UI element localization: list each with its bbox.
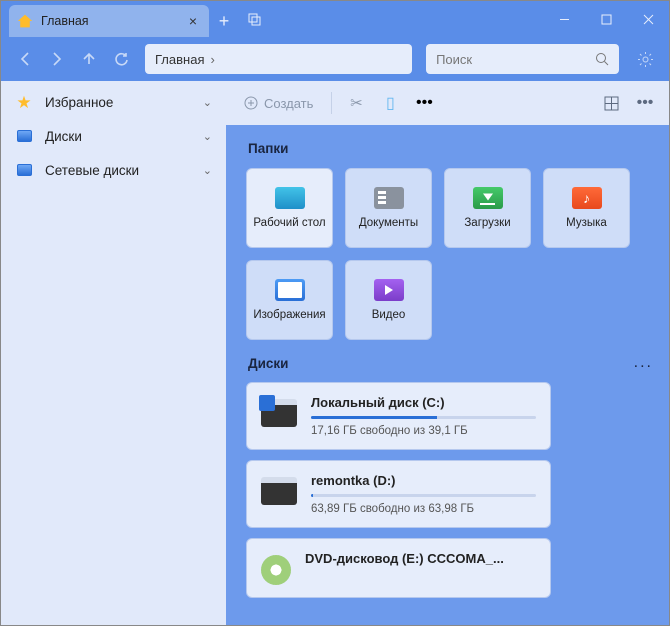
options-button[interactable]: ••• bbox=[631, 89, 659, 117]
disks-more-button[interactable]: ... bbox=[634, 354, 653, 372]
toolbar-more-button[interactable]: ••• bbox=[410, 89, 438, 117]
sidebar-item-disks[interactable]: Диски ⌄ bbox=[1, 119, 226, 153]
content: Создать ✂ ▯ ••• ••• Папки Рабочий стол Д… bbox=[226, 81, 669, 625]
search-input[interactable]: Поиск bbox=[426, 44, 619, 74]
tab-overflow-button[interactable] bbox=[239, 5, 269, 37]
titlebar: Главная × + bbox=[1, 1, 669, 37]
disk-dvd[interactable]: DVD-дисковод (E:) CCCOMA_... bbox=[246, 538, 551, 598]
phone-button[interactable]: ▯ bbox=[376, 89, 404, 117]
disk-progress bbox=[311, 494, 536, 497]
breadcrumb[interactable]: Главная › bbox=[145, 44, 412, 74]
folder-downloads[interactable]: Загрузки bbox=[444, 168, 531, 248]
home-icon bbox=[17, 13, 33, 29]
toolbar: Создать ✂ ▯ ••• ••• bbox=[226, 81, 669, 125]
folder-music[interactable]: Музыка bbox=[543, 168, 630, 248]
sidebar-item-label: Сетевые диски bbox=[45, 163, 203, 178]
local-disk-icon bbox=[261, 399, 297, 427]
videos-folder-icon bbox=[374, 279, 404, 301]
search-icon bbox=[595, 52, 609, 66]
pictures-folder-icon bbox=[275, 279, 305, 301]
music-folder-icon bbox=[572, 187, 602, 209]
cut-button[interactable]: ✂ bbox=[342, 89, 370, 117]
window-minimize-button[interactable] bbox=[543, 1, 585, 37]
navbar: Главная › Поиск bbox=[1, 37, 669, 81]
toolbar-separator bbox=[331, 92, 332, 114]
folders-grid: Рабочий стол Документы Загрузки Музыка И… bbox=[246, 168, 657, 340]
disks-heading: Диски bbox=[248, 356, 288, 371]
settings-button[interactable] bbox=[631, 45, 659, 73]
disk-c[interactable]: Локальный диск (C:) 17,16 ГБ свободно из… bbox=[246, 382, 551, 450]
sidebar-item-favorites[interactable]: ★ Избранное ⌄ bbox=[1, 85, 226, 119]
disks-list: Локальный диск (C:) 17,16 ГБ свободно из… bbox=[246, 382, 657, 598]
tab-home[interactable]: Главная × bbox=[9, 5, 209, 37]
plus-circle-icon bbox=[244, 96, 258, 110]
chevron-down-icon: ⌄ bbox=[203, 96, 212, 109]
search-placeholder: Поиск bbox=[436, 52, 595, 67]
layout-button[interactable] bbox=[597, 89, 625, 117]
forward-button[interactable] bbox=[43, 45, 71, 73]
dvd-drive-icon bbox=[261, 555, 291, 585]
sidebar-item-network-drives[interactable]: Сетевые диски ⌄ bbox=[1, 153, 226, 187]
window-close-button[interactable] bbox=[627, 1, 669, 37]
downloads-folder-icon bbox=[473, 187, 503, 209]
chevron-down-icon: ⌄ bbox=[203, 130, 212, 143]
sidebar-item-label: Избранное bbox=[45, 95, 203, 110]
folder-videos[interactable]: Видео bbox=[345, 260, 432, 340]
create-label: Создать bbox=[264, 96, 313, 111]
folder-desktop[interactable]: Рабочий стол bbox=[246, 168, 333, 248]
sidebar: ★ Избранное ⌄ Диски ⌄ Сетевые диски ⌄ bbox=[1, 81, 226, 625]
back-button[interactable] bbox=[11, 45, 39, 73]
refresh-button[interactable] bbox=[107, 45, 135, 73]
folder-documents[interactable]: Документы bbox=[345, 168, 432, 248]
main-pane: Папки Рабочий стол Документы Загрузки Му… bbox=[226, 125, 669, 625]
network-drive-icon bbox=[15, 161, 33, 179]
monitor-icon bbox=[15, 127, 33, 145]
window-maximize-button[interactable] bbox=[585, 1, 627, 37]
folders-heading: Папки bbox=[248, 141, 657, 156]
sidebar-item-label: Диски bbox=[45, 129, 203, 144]
tab-close-icon[interactable]: × bbox=[185, 13, 201, 29]
disk-d[interactable]: remontka (D:) 63,89 ГБ свободно из 63,98… bbox=[246, 460, 551, 528]
folder-pictures[interactable]: Изображения bbox=[246, 260, 333, 340]
create-button[interactable]: Создать bbox=[236, 92, 321, 115]
chevron-right-icon: › bbox=[210, 52, 214, 67]
desktop-folder-icon bbox=[275, 187, 305, 209]
tab-title: Главная bbox=[41, 14, 185, 28]
chevron-down-icon: ⌄ bbox=[203, 164, 212, 177]
up-button[interactable] bbox=[75, 45, 103, 73]
breadcrumb-root: Главная bbox=[155, 52, 204, 67]
disk-progress bbox=[311, 416, 536, 419]
local-disk-icon bbox=[261, 477, 297, 505]
new-tab-button[interactable]: + bbox=[209, 5, 239, 37]
star-icon: ★ bbox=[15, 93, 33, 111]
documents-folder-icon bbox=[374, 187, 404, 209]
